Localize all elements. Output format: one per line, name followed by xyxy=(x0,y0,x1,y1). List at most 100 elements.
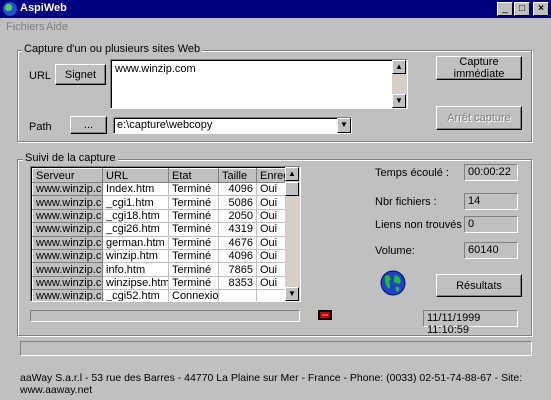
cell-serveur: www.winzip.com xyxy=(32,275,103,291)
table-row[interactable]: www.winzip.com_cgi18.htmTerminé2050Oui xyxy=(32,208,287,224)
cell-enregi: Oui xyxy=(256,262,287,277)
cell-serveur: www.winzip.com xyxy=(32,235,103,250)
close-button[interactable]: × xyxy=(533,2,549,16)
cell-taille: 2050 xyxy=(218,209,257,224)
cell-serveur: www.winzip.com xyxy=(32,222,103,237)
menu-fichiers[interactable]: Fichiers xyxy=(6,21,45,33)
cell-etat: Connexion xyxy=(168,289,219,301)
cell-serveur: www.winzip.com xyxy=(32,248,103,264)
cell-url: _cgi26.htm xyxy=(102,222,169,237)
menu-bar: Fichiers Aide xyxy=(0,19,551,35)
table-row[interactable]: www.winzip.com_cgi1.htmTerminé5086Oui xyxy=(32,195,287,210)
table-row[interactable]: www.winzip.com_cgi52.htmConnexion xyxy=(32,289,287,301)
window-title: AspiWeb xyxy=(20,2,67,14)
url-value: www.winzip.com xyxy=(115,63,196,75)
globe-icon xyxy=(3,2,17,16)
stop-capture-button[interactable]: Arrêt capture xyxy=(436,106,522,130)
scroll-down-arrow-icon[interactable]: ▼ xyxy=(285,287,299,301)
cell-taille: 4096 xyxy=(218,182,257,197)
cell-url: _cgi1.htm xyxy=(102,195,169,210)
minimize-button[interactable]: _ xyxy=(497,2,513,16)
stat-label: Nbr fichiers : xyxy=(375,196,437,208)
cell-taille: 8353 xyxy=(218,276,257,291)
cell-url: german.htm xyxy=(102,236,169,250)
cell-etat: Terminé xyxy=(168,182,219,197)
cell-url: winzipse.htm xyxy=(102,276,169,291)
cell-enregi xyxy=(256,289,287,301)
cell-serveur: www.winzip.com xyxy=(32,262,103,277)
cell-url: Index.htm xyxy=(102,182,169,197)
column-header-enregi[interactable]: Enregi xyxy=(256,168,287,183)
stat-value: 0 xyxy=(464,216,518,233)
cell-enregi: Oui xyxy=(256,209,287,224)
title-bar: AspiWeb _ □ × xyxy=(0,0,551,18)
table-row[interactable]: www.winzip.com_cgi26.htmTerminé4319Oui xyxy=(32,222,287,237)
table-row[interactable]: www.winzip.comIndex.htmTerminé4096Oui xyxy=(32,181,287,197)
cell-taille: 4676 xyxy=(218,236,257,250)
column-header-taille[interactable]: Taille xyxy=(218,168,257,183)
globe-icon xyxy=(380,270,406,296)
stat-value: 14 xyxy=(464,193,518,210)
url-label: URL xyxy=(29,70,52,82)
scroll-up-arrow-icon[interactable]: ▲ xyxy=(392,60,406,74)
cell-taille xyxy=(218,289,257,301)
datetime-display: 11/11/1999 11:10:59 xyxy=(423,310,518,336)
cell-taille: 4319 xyxy=(218,222,257,237)
table-scrollbar[interactable]: ▲ ▼ xyxy=(285,167,300,301)
capture-progress-bar xyxy=(30,310,300,322)
cell-url: winzip.htm xyxy=(102,249,169,264)
capture-button[interactable]: Capture immédiate xyxy=(436,56,522,80)
cell-enregi: Oui xyxy=(256,195,287,210)
chevron-down-icon[interactable]: ▼ xyxy=(337,118,351,133)
capture-table[interactable]: Serveur URL Etat Taille Enregi www.winzi… xyxy=(30,166,301,302)
path-combobox[interactable]: e:\capture\webcopy ▼ xyxy=(113,117,352,134)
cell-etat: Terminé xyxy=(168,222,219,237)
results-button[interactable]: Résultats xyxy=(436,274,522,297)
url-scrollbar[interactable]: ▲ ▼ xyxy=(392,60,407,108)
stat-label: Temps écoulé : xyxy=(375,167,449,179)
cell-enregi: Oui xyxy=(256,249,287,264)
cell-url: info.htm xyxy=(102,262,169,277)
cell-taille: 5086 xyxy=(218,195,257,210)
follow-group-label: Suivi de la capture xyxy=(23,152,118,164)
status-bar xyxy=(20,341,532,356)
column-header-serveur[interactable]: Serveur xyxy=(32,168,103,183)
cell-serveur: www.winzip.com xyxy=(32,195,103,210)
url-textarea[interactable]: www.winzip.com ▲ ▼ xyxy=(110,59,408,109)
menu-aide[interactable]: Aide xyxy=(46,21,68,33)
table-row[interactable]: www.winzip.cominfo.htmTerminé7865Oui xyxy=(32,262,287,277)
column-header-url[interactable]: URL xyxy=(102,168,169,183)
table-row[interactable]: www.winzip.comgerman.htmTerminé4676Oui xyxy=(32,235,287,250)
maximize-button[interactable]: □ xyxy=(514,2,530,16)
cell-url: _cgi52.htm xyxy=(102,289,169,301)
cell-serveur: www.winzip.com xyxy=(32,289,103,301)
table-header: Serveur URL Etat Taille Enregi xyxy=(32,168,287,183)
cell-etat: Terminé xyxy=(168,276,219,291)
table-row[interactable]: www.winzip.comwinzip.htmTerminé4096Oui xyxy=(32,248,287,264)
cell-enregi: Oui xyxy=(256,276,287,291)
footer-info: aaWay S.a.r.l - 53 rue des Barres - 4477… xyxy=(20,372,523,396)
stat-value: 60140 xyxy=(464,242,518,259)
stat-label: Liens non trouvés : xyxy=(375,219,468,231)
stat-label: Volume: xyxy=(375,245,415,257)
path-value: e:\capture\webcopy xyxy=(117,119,213,131)
cell-enregi: Oui xyxy=(256,222,287,237)
scroll-up-arrow-icon[interactable]: ▲ xyxy=(285,167,299,181)
cell-serveur: www.winzip.com xyxy=(32,208,103,224)
scroll-thumb[interactable] xyxy=(285,182,299,196)
capture-group-label: Capture d'un ou plusieurs sites Web xyxy=(22,43,203,55)
cell-serveur: www.winzip.com xyxy=(32,181,103,197)
column-header-etat[interactable]: Etat xyxy=(168,168,219,183)
cell-etat: Terminé xyxy=(168,249,219,264)
cell-etat: Terminé xyxy=(168,195,219,210)
network-icon xyxy=(318,310,332,320)
browse-button[interactable]: ... xyxy=(70,116,107,134)
table-row[interactable]: www.winzip.comwinzipse.htmTerminé8353Oui xyxy=(32,275,287,291)
cell-etat: Terminé xyxy=(168,209,219,224)
cell-taille: 4096 xyxy=(218,249,257,264)
stat-value: 00:00:22 xyxy=(464,164,518,181)
cell-etat: Terminé xyxy=(168,236,219,250)
signet-button[interactable]: Signet xyxy=(55,64,106,85)
scroll-down-arrow-icon[interactable]: ▼ xyxy=(392,94,406,108)
cell-taille: 7865 xyxy=(218,262,257,277)
